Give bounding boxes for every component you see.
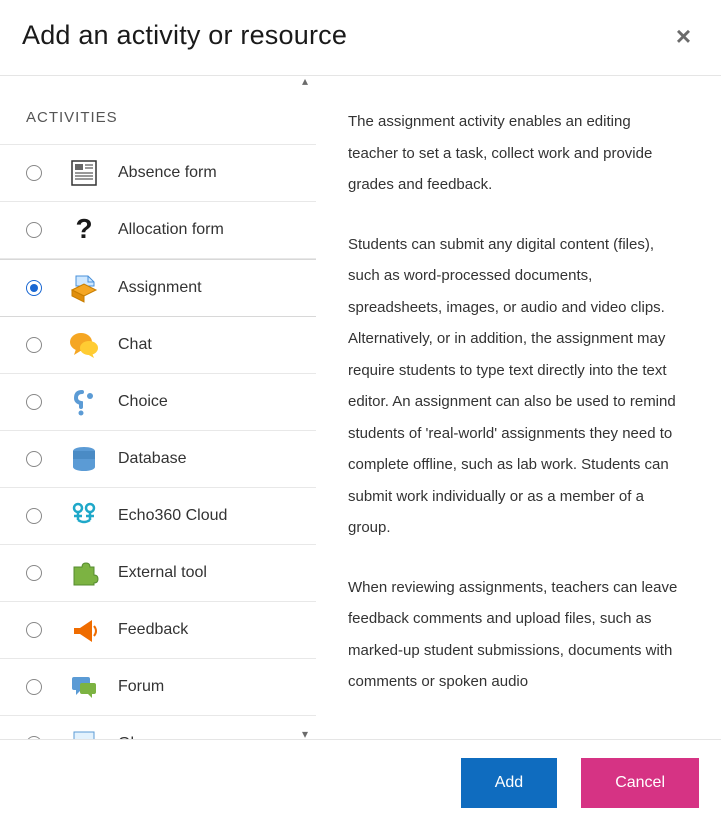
activity-label: Database [118, 450, 187, 468]
dialog-footer: Add Cancel [0, 739, 721, 820]
activity-label: Echo360 Cloud [118, 507, 227, 525]
activity-item-echo360[interactable]: Echo360 Cloud [0, 488, 316, 545]
add-button[interactable]: Add [461, 758, 557, 808]
activity-label: Feedback [118, 621, 188, 639]
database-icon [68, 443, 100, 475]
activity-item-forum[interactable]: Forum [0, 659, 316, 716]
activities-list-pane[interactable]: ▴ ▾ ACTIVITIES Absence form?Allocation f… [0, 76, 316, 739]
dialog-body: ▴ ▾ ACTIVITIES Absence form?Allocation f… [0, 76, 721, 739]
activity-item-chat[interactable]: Chat [0, 317, 316, 374]
close-icon[interactable]: × [668, 21, 699, 51]
activity-radio[interactable] [26, 736, 42, 739]
activity-item-question[interactable]: ? Allocation form [0, 202, 316, 259]
glossary-icon: Aa [68, 728, 100, 739]
activity-radio[interactable] [26, 165, 42, 181]
activities-section-header: ACTIVITIES [0, 94, 316, 144]
absence-icon [68, 157, 100, 189]
activity-label: Assignment [118, 279, 202, 297]
choice-icon [68, 386, 100, 418]
activity-label: Glossary [118, 735, 181, 739]
description-paragraph: When reviewing assignments, teachers can… [348, 572, 681, 698]
activity-label: Absence form [118, 164, 217, 182]
cancel-button[interactable]: Cancel [581, 758, 699, 808]
svg-text:A: A [80, 738, 90, 739]
activity-label: External tool [118, 564, 207, 582]
activity-item-puzzle[interactable]: External tool [0, 545, 316, 602]
description-paragraph: Students can submit any digital content … [348, 229, 681, 544]
megaphone-icon [68, 614, 100, 646]
activity-radio[interactable] [26, 565, 42, 581]
activity-radio[interactable] [26, 451, 42, 467]
activity-radio[interactable] [26, 679, 42, 695]
question-icon: ? [68, 214, 100, 246]
activity-radio[interactable] [26, 280, 42, 296]
activity-item-database[interactable]: Database [0, 431, 316, 488]
activity-description-pane[interactable]: The assignment activity enables an editi… [316, 76, 721, 739]
dialog-title: Add an activity or resource [22, 20, 347, 51]
activity-item-absence[interactable]: Absence form [0, 144, 316, 202]
svg-text:?: ? [75, 214, 92, 244]
activity-label: Choice [118, 393, 168, 411]
description-paragraph: The assignment activity enables an editi… [348, 106, 681, 201]
activities-list: Absence form? Allocation form Assignment Ch… [0, 144, 316, 739]
activity-radio[interactable] [26, 508, 42, 524]
activity-radio[interactable] [26, 337, 42, 353]
assignment-icon [68, 272, 100, 304]
activity-item-megaphone[interactable]: Feedback [0, 602, 316, 659]
activity-radio[interactable] [26, 222, 42, 238]
activity-label: Forum [118, 678, 164, 696]
scroll-up-icon[interactable]: ▴ [302, 76, 308, 88]
activity-label: Allocation form [118, 221, 224, 239]
chat-icon [68, 329, 100, 361]
puzzle-icon [68, 557, 100, 589]
activity-item-glossary[interactable]: Aa Glossary [0, 716, 316, 739]
activity-item-choice[interactable]: Choice [0, 374, 316, 431]
activity-label: Chat [118, 336, 152, 354]
forum-icon [68, 671, 100, 703]
echo360-icon [68, 500, 100, 532]
activity-radio[interactable] [26, 622, 42, 638]
activity-item-assignment[interactable]: Assignment [0, 259, 316, 317]
activity-radio[interactable] [26, 394, 42, 410]
dialog-header: Add an activity or resource × [0, 0, 721, 76]
